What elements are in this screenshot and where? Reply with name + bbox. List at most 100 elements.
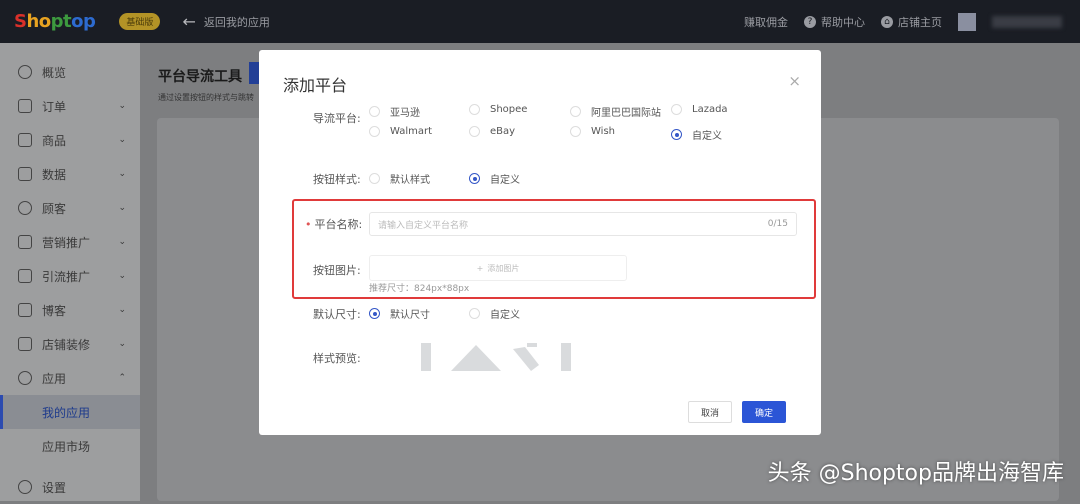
label: 营销推广: [42, 235, 91, 250]
sidebar-item-apps[interactable]: 应用 ⌃: [0, 361, 140, 395]
label: 店铺装修: [42, 337, 91, 352]
radio-lazada[interactable]: Lazada: [671, 104, 728, 115]
required-mark: •: [305, 218, 312, 231]
sidebar-item-store-design[interactable]: 店铺装修 ⌄: [0, 327, 140, 361]
user-name-blurred[interactable]: [992, 15, 1062, 28]
radio-walmart[interactable]: Walmart: [369, 126, 432, 137]
sidebar-item-customers[interactable]: 顾客 ⌄: [0, 191, 140, 225]
chevron-down-icon: ⌄: [118, 271, 126, 281]
sidebar-item-app-market[interactable]: 应用市场: [0, 429, 140, 463]
radio-ebay[interactable]: eBay: [469, 126, 515, 137]
store-label: 店铺主页: [898, 15, 942, 29]
platform-name-input[interactable]: 请输入自定义平台名称 0/15: [369, 212, 797, 236]
sidebar-item-traffic[interactable]: 引流推广 ⌄: [0, 259, 140, 293]
avatar[interactable]: [958, 12, 976, 31]
label: 顾客: [42, 201, 67, 216]
blog-icon: [18, 303, 32, 317]
chevron-down-icon: ⌄: [118, 135, 126, 145]
radio-circle: [369, 173, 380, 184]
plan-badge: 基础版: [119, 13, 161, 30]
label: Walmart: [390, 126, 433, 137]
label: 默认尺寸: [390, 310, 430, 321]
sidebar-item-overview[interactable]: 概览: [0, 55, 140, 89]
add-image-button[interactable]: + 添加图片: [369, 255, 627, 281]
radio-circle: [369, 106, 380, 117]
page-title: 平台导流工具: [158, 69, 242, 85]
sidebar-item-my-apps[interactable]: 我的应用: [0, 395, 140, 429]
radio-shopee[interactable]: Shopee: [469, 104, 527, 115]
label: Shopee: [490, 104, 528, 115]
store-home-link[interactable]: ⌂ 店铺主页: [881, 14, 942, 30]
dialog-title: 添加平台: [283, 76, 348, 95]
size-label: 默认尺寸:: [313, 308, 361, 321]
help-center-link[interactable]: ? 帮助中心: [804, 14, 865, 30]
watermark: 头条 @Shoptop品牌出海智库: [767, 461, 1064, 486]
shoptop-logo[interactable]: Shoptop: [14, 11, 96, 32]
chevron-down-icon: ⌄: [118, 339, 126, 349]
earn-commission-link[interactable]: 赚取佣金: [744, 14, 788, 30]
page-subtitle: 通过设置按钮的样式与跳转: [158, 93, 254, 102]
chevron-up-icon: ⌃: [118, 373, 126, 383]
placeholder: 请输入自定义平台名称: [378, 220, 469, 231]
radio-circle: [570, 126, 581, 137]
label: 自定义: [692, 131, 722, 142]
sidebar-item-data[interactable]: 数据 ⌄: [0, 157, 140, 191]
platform-name-label: • 平台名称:: [305, 216, 362, 232]
chevron-down-icon: ⌄: [118, 169, 126, 179]
label: 订单: [42, 99, 67, 114]
user-icon: [18, 201, 32, 215]
product-icon: [18, 133, 32, 147]
label: 平台名称:: [314, 218, 363, 231]
radio-circle: [369, 126, 380, 137]
radio-custom-size[interactable]: 自定义: [469, 306, 520, 321]
confirm-button[interactable]: 确定: [742, 401, 786, 423]
radio-alibaba[interactable]: 阿里巴巴国际站: [570, 104, 661, 119]
back-to-apps-link[interactable]: ← 返回我的应用: [182, 12, 269, 31]
sidebar-item-settings[interactable]: 设置: [0, 470, 140, 504]
style-label: 按钮样式:: [313, 173, 361, 186]
label: 引流推广: [42, 269, 91, 284]
label: 阿里巴巴国际站: [591, 108, 661, 119]
label: 亚马逊: [390, 108, 420, 119]
store-design-icon: [18, 337, 32, 351]
add-platform-dialog: 添加平台 × 导流平台: 亚马逊 Shopee 阿里巴巴国际站 Lazada W…: [259, 50, 821, 435]
label: 设置: [42, 480, 67, 495]
gear-icon: [18, 480, 32, 494]
chevron-down-icon: ⌄: [118, 305, 126, 315]
label: 商品: [42, 133, 67, 148]
style-preview-image: [421, 343, 571, 371]
radio-custom-platform[interactable]: 自定义: [671, 127, 722, 142]
size-hint: 推荐尺寸：824px*88px: [369, 284, 470, 294]
arrow-left-icon: ←: [182, 12, 196, 31]
data-icon: [18, 167, 32, 181]
label: Lazada: [692, 104, 728, 115]
sidebar-item-blog[interactable]: 博客 ⌄: [0, 293, 140, 327]
preview-label: 样式预览:: [313, 352, 361, 365]
sidebar-item-products[interactable]: 商品 ⌄: [0, 123, 140, 157]
compass-icon: [18, 65, 32, 79]
top-header: Shoptop 基础版 ← 返回我的应用 赚取佣金 ? 帮助中心 ⌂ 店铺主页: [0, 0, 1080, 43]
label: 自定义: [490, 310, 520, 321]
label: 默认样式: [390, 175, 430, 186]
radio-wish[interactable]: Wish: [570, 126, 615, 137]
help-icon: ?: [804, 15, 816, 28]
chevron-down-icon: ⌄: [118, 203, 126, 213]
radio-custom-style[interactable]: 自定义: [469, 171, 520, 186]
sidebar-item-marketing[interactable]: 营销推广 ⌄: [0, 225, 140, 259]
help-label: 帮助中心: [821, 15, 865, 29]
close-icon[interactable]: ×: [788, 72, 801, 90]
radio-amazon[interactable]: 亚马逊: [369, 104, 420, 119]
cancel-button[interactable]: 取消: [688, 401, 732, 423]
label: Wish: [591, 126, 615, 137]
label: eBay: [490, 126, 516, 137]
radio-default-size[interactable]: 默认尺寸: [369, 306, 430, 321]
sidebar-item-orders[interactable]: 订单 ⌄: [0, 89, 140, 123]
marketing-icon: [18, 235, 32, 249]
label: 应用: [42, 371, 67, 386]
label: 博客: [42, 303, 67, 318]
radio-circle: [369, 308, 380, 319]
radio-circle: [469, 173, 480, 184]
apps-icon: [18, 371, 32, 385]
label: 添加图片: [487, 263, 520, 273]
radio-default-style[interactable]: 默认样式: [369, 171, 430, 186]
